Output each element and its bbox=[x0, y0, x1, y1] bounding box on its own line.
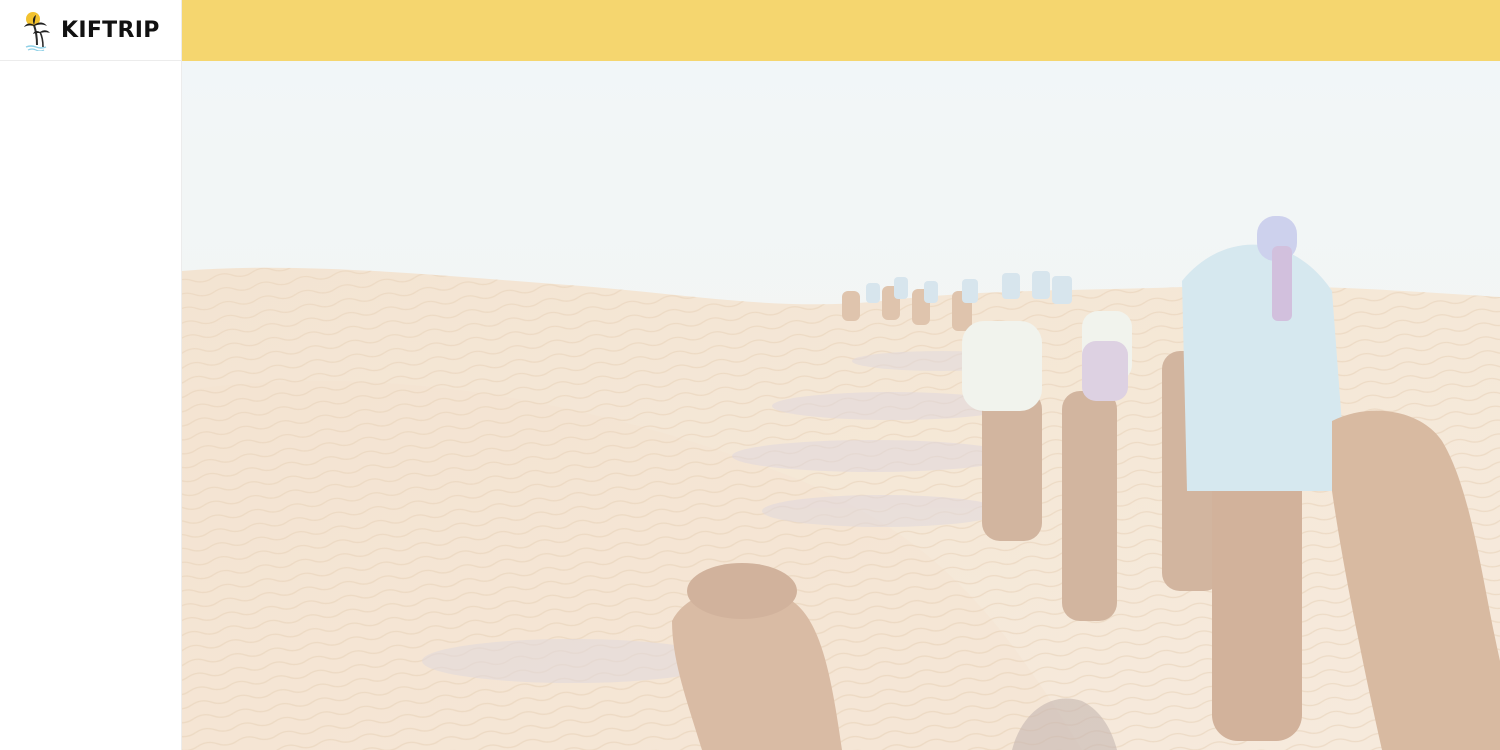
sidebar: KIFTRIP bbox=[0, 0, 182, 750]
brand-logo-link[interactable]: KIFTRIP bbox=[0, 0, 182, 61]
hero-image bbox=[182, 61, 1500, 750]
desert-camel-caravan-photo bbox=[182, 61, 1500, 750]
palm-tree-sun-icon bbox=[24, 12, 50, 51]
top-bar bbox=[182, 0, 1500, 61]
brand-name: KIFTRIP bbox=[61, 17, 160, 43]
